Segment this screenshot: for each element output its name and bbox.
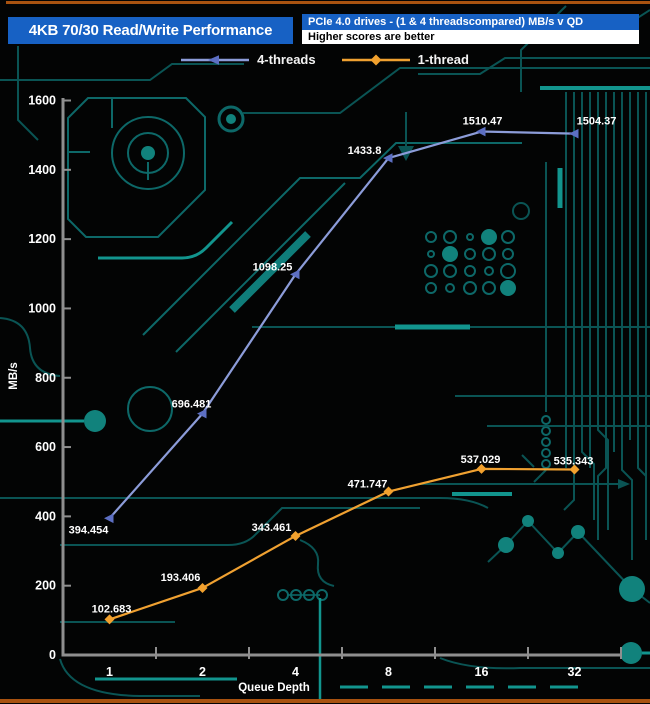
y-tick-label: 0 [49, 648, 56, 662]
x-tick-label: 2 [199, 665, 206, 679]
x-axis-title: Queue Depth [238, 682, 310, 694]
y-axis-title: MB/s [8, 362, 20, 389]
performance-chart: 0 200 400 600 800 1000 1200 1400 1600 1 2 4 8 16 32 MB/… [8, 94, 622, 694]
data-point-label-4-threads: 1510.47 [463, 116, 503, 128]
data-point-marker-1-thread [290, 530, 301, 541]
data-point-marker-4-threads [104, 513, 114, 524]
y-tick-label: 600 [35, 440, 56, 454]
data-point-marker-4-threads [569, 128, 579, 139]
data-point-label-4-threads: 1504.37 [577, 116, 617, 128]
y-tick-label: 400 [35, 509, 56, 523]
data-point-label-1-thread: 471.747 [348, 479, 388, 491]
chart-page: 4KB 70/30 Read/Write Performance PCIe 4.… [0, 0, 650, 704]
x-tick-label: 4 [292, 665, 299, 679]
data-point-label-1-thread: 535.343 [554, 455, 594, 467]
data-point-label-1-thread: 537.029 [461, 454, 501, 466]
series-line-4-threads [108, 130, 575, 520]
series-line-1-thread [109, 467, 575, 621]
y-tick-label: 1600 [28, 94, 56, 108]
data-point-marker-1-thread [197, 582, 208, 593]
x-tick-label: 1 [106, 665, 113, 679]
bottom-border [0, 699, 650, 703]
y-tick-label: 1400 [28, 163, 56, 177]
x-tick-label: 8 [385, 665, 392, 679]
data-point-label-1-thread: 102.683 [92, 603, 132, 615]
data-point-label-1-thread: 343.461 [252, 522, 292, 534]
data-point-label-4-threads: 394.454 [69, 524, 110, 536]
data-point-label-4-threads: 696.481 [172, 399, 212, 411]
x-tick-label: 32 [568, 665, 582, 679]
data-point-marker-4-threads [476, 126, 486, 137]
y-tick-label: 200 [35, 579, 56, 593]
data-point-label-4-threads: 1433.8 [348, 145, 382, 157]
y-tick-label: 1000 [28, 301, 56, 315]
x-tick-label: 16 [475, 665, 489, 679]
y-tick-label: 800 [35, 371, 56, 385]
data-point-label-1-thread: 193.406 [161, 572, 201, 584]
data-point-label-4-threads: 1098.25 [253, 261, 293, 273]
data-point-marker-1-thread [104, 614, 115, 625]
y-tick-label: 1200 [28, 232, 56, 246]
